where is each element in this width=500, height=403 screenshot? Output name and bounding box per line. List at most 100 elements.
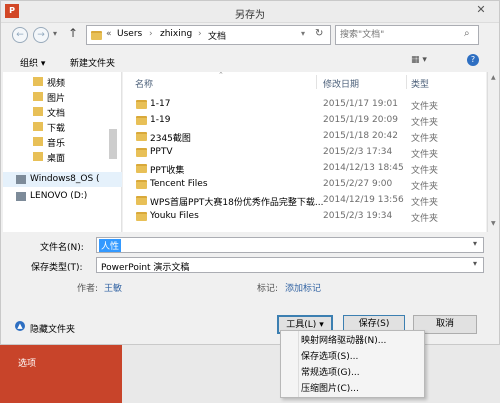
file-name: Youku Files [150,211,199,221]
file-list: 名称 ⌃ 修改日期 类型 1-17 2015/1/17 19:01 文件夹 1-19 2… [123,71,486,232]
sidebar-item-label: 文档 [47,109,66,119]
menu-item-save-options[interactable]: 保存选项(S)... [301,350,421,365]
chevron-right-icon[interactable]: › [149,29,153,39]
file-type: 文件夹 [411,182,439,192]
search-input[interactable] [338,28,458,42]
folder-icon [91,31,102,40]
sidebar-item[interactable]: 文档 [3,105,108,119]
file-date: 2015/2/27 9:00 [323,179,393,189]
menu-item-general-options[interactable]: 常规选项(G)... [301,366,421,381]
list-item[interactable]: Tencent Files 2015/2/27 9:00 文件夹 [123,177,486,192]
savetype-select[interactable]: PowerPoint 演示文稿 ▾ [96,257,484,273]
recent-dropdown-icon[interactable]: ▾ [53,29,57,38]
options-label[interactable]: 选项 [18,356,36,369]
file-type: 文件夹 [411,214,439,224]
breadcrumb-overflow[interactable]: « [106,29,112,39]
menu-item-map-drive[interactable]: 映射网络驱动器(N)... [301,334,421,349]
scroll-up-icon[interactable]: ▲ [491,74,496,81]
chevron-down-icon[interactable]: ▾ [301,29,305,38]
back-arrow-icon[interactable]: ← [12,27,28,43]
help-icon[interactable]: ? [467,54,479,66]
list-item[interactable]: 1-19 2015/1/19 20:09 文件夹 [123,113,486,128]
breadcrumb-users[interactable]: Users [117,29,142,39]
backstage-sidebar [0,345,122,403]
menu-item-compress-pictures[interactable]: 压缩图片(C)... [301,382,421,397]
list-item[interactable]: WPS首届PPT大赛18份优秀作品完整下载... 2014/12/19 13:56… [123,193,486,208]
folder-icon [136,196,147,205]
sidebar-item[interactable]: 图片 [3,90,108,104]
filename-value[interactable]: 人性 [99,239,122,252]
sidebar-item[interactable]: 音乐 [3,135,108,149]
search-box[interactable]: ⌕ [335,25,479,45]
sidebar-scroll-thumb[interactable] [109,129,117,159]
file-name: 2345截图 [150,134,191,144]
list-item[interactable]: Youku Files 2015/2/3 19:34 文件夹 [123,209,486,224]
address-bar[interactable]: « Users › zhixing › 文档 ▾ ↻ [86,25,331,45]
sidebar-item[interactable]: 下载 [3,120,108,134]
file-type: 文件夹 [411,166,439,176]
collapse-icon[interactable]: ▲ [15,321,25,331]
file-date: 2014/12/13 18:45 [323,163,404,173]
column-divider[interactable] [316,75,317,89]
column-divider[interactable] [406,75,407,89]
column-name[interactable]: 名称 [135,77,153,90]
refresh-icon[interactable]: ↻ [315,28,323,39]
organize-button[interactable]: 组织 ▾ [20,56,45,69]
sidebar-item[interactable]: 视频 [3,75,108,89]
tools-label: 工具(L) [286,320,317,330]
command-bar: 组织 ▾ 新建文件夹 ▦ ▾ ? [1,51,499,71]
list-item[interactable]: 2345截图 2015/1/18 20:42 文件夹 [123,129,486,144]
sidebar-item-label: LENOVO (D:) [30,191,88,201]
sidebar-item[interactable]: 桌面 [3,150,108,164]
breadcrumb-documents[interactable]: 文档 [208,29,226,42]
list-item[interactable]: PPTV 2015/2/3 17:34 文件夹 [123,145,486,160]
file-date: 2015/1/17 19:01 [323,99,398,109]
sidebar-item-label: 音乐 [47,139,66,149]
tags-value[interactable]: 添加标记 [285,281,321,294]
close-icon[interactable]: ✕ [467,3,495,20]
file-date: 2014/12/19 13:56 [323,195,404,205]
chevron-down-icon[interactable]: ▾ [473,239,477,248]
breadcrumb-zhixing[interactable]: zhixing [160,29,192,39]
filename-field[interactable]: 人性 ▾ [96,237,484,253]
file-name: PPTV [150,147,173,157]
download-icon [33,122,43,131]
forward-arrow-icon[interactable]: → [33,27,49,43]
menu-gutter [298,331,299,397]
sidebar-item-label: 下载 [47,124,66,134]
folder-icon [136,132,147,141]
desktop-icon [33,152,43,161]
document-icon [33,107,43,116]
file-type: 文件夹 [411,102,439,112]
folder-icon [136,212,147,221]
sidebar-item[interactable]: Windows8_OS ( [3,173,108,187]
file-type: 文件夹 [411,134,439,144]
up-arrow-icon[interactable]: ↑ [68,26,78,40]
tools-menu: 映射网络驱动器(N)... 保存选项(S)... 常规选项(G)... 压缩图片… [280,330,425,398]
music-icon [33,137,43,146]
author-value[interactable]: 王敏 [104,281,122,294]
file-date: 2015/1/19 20:09 [323,115,398,125]
list-item[interactable]: 1-17 2015/1/17 19:01 文件夹 [123,97,486,112]
author-label: 作者: [77,284,99,294]
sidebar-item[interactable]: LENOVO (D:) [3,190,108,204]
sidebar-item-label: 图片 [47,94,66,104]
column-type[interactable]: 类型 [411,77,429,90]
list-item[interactable]: PPT收集 2014/12/13 18:45 文件夹 [123,161,486,176]
file-date: 2015/2/3 19:34 [323,211,393,221]
scrollbar[interactable]: ▲ ▼ [487,72,499,232]
folder-icon [136,180,147,189]
search-icon[interactable]: ⌕ [464,28,470,39]
new-folder-button[interactable]: 新建文件夹 [70,56,115,69]
chevron-right-icon[interactable]: › [198,29,202,39]
scroll-down-icon[interactable]: ▼ [491,220,496,227]
folder-icon [136,148,147,157]
chevron-down-icon: ▾ [319,320,324,330]
video-icon [33,77,43,86]
view-options-icon[interactable]: ▦ ▾ [411,55,427,65]
chevron-down-icon[interactable]: ▾ [473,259,477,268]
savetype-value: PowerPoint 演示文稿 [101,263,190,273]
column-date[interactable]: 修改日期 [323,77,359,90]
hide-folders-button[interactable]: 隐藏文件夹 [30,322,75,335]
folder-icon [136,164,147,173]
